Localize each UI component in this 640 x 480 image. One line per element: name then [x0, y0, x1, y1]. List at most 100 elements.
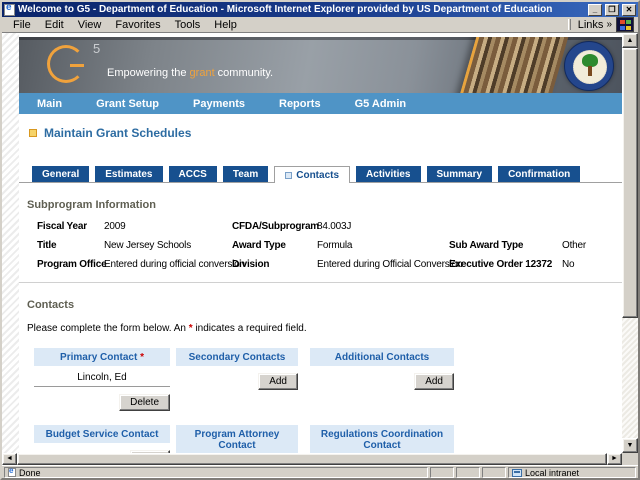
primary-contact-name: Lincoln, Ed — [34, 366, 170, 387]
menu-file[interactable]: File — [6, 18, 38, 32]
security-zone-label: Local intranet — [525, 467, 580, 478]
menu-view[interactable]: View — [71, 18, 109, 32]
additional-contacts-header: Additional Contacts — [310, 348, 454, 366]
g5-banner: 5 Empowering the grant community. — [19, 37, 622, 93]
program-attorney-contact-box: Program Attorney Contact Add — [176, 425, 298, 453]
additional-contacts-add-button[interactable]: Add — [414, 373, 454, 390]
menu-bar: File Edit View Favorites Tools Help Link… — [2, 17, 638, 33]
bookshelf-photo — [457, 37, 571, 93]
field-value-executive-order: No — [562, 259, 575, 270]
menu-favorites[interactable]: Favorites — [108, 18, 167, 32]
field-value-program-office: Entered during official conversion — [104, 259, 245, 270]
banner-tagline: Empowering the grant community. — [107, 67, 274, 79]
section-divider — [19, 282, 622, 283]
scrollbar-corner — [622, 453, 638, 465]
restore-button[interactable]: ❐ — [605, 3, 619, 16]
horizontal-scrollbar[interactable]: ◄ ► — [2, 453, 638, 465]
tagline-grant-highlight: grant — [189, 67, 215, 79]
tab-strip: General Estimates ACCS Team Contacts Act… — [19, 166, 622, 183]
status-pane-1 — [430, 467, 454, 478]
contact-row-2: Budget Service Contact Add Program Attor… — [34, 425, 622, 453]
menu-edit[interactable]: Edit — [38, 18, 71, 32]
page-title-bullet-icon — [29, 129, 37, 137]
field-value-sub-award-type: Other — [562, 240, 587, 251]
status-pane-main: Done — [4, 467, 428, 478]
contacts-section-heading: Contacts — [27, 299, 75, 311]
menu-help[interactable]: Help — [207, 18, 244, 32]
additional-contacts-box: Additional Contacts Add — [310, 348, 454, 411]
budget-service-contact-header: Budget Service Contact — [34, 425, 170, 443]
regulations-coordination-contact-box: Regulations Coordination Contact Add — [310, 425, 454, 453]
menu-tools[interactable]: Tools — [168, 18, 208, 32]
nav-item-reports[interactable]: Reports — [279, 98, 321, 110]
status-bar: Done Local intranet — [2, 465, 638, 478]
nav-item-g5-admin[interactable]: G5 Admin — [355, 98, 407, 110]
subprogram-fields: Fiscal Year 2009 CFDA/Subprogram 84.003J… — [37, 221, 622, 270]
horizontal-scroll-thumb[interactable] — [17, 453, 607, 465]
links-toolbar-label[interactable]: Links — [575, 19, 607, 31]
field-label-award-type: Award Type — [232, 240, 286, 251]
tab-contacts[interactable]: Contacts — [274, 166, 351, 183]
vertical-scrollbar[interactable]: ▲ ▼ — [622, 33, 638, 453]
status-pane-2 — [456, 467, 480, 478]
tab-general[interactable]: General — [32, 166, 90, 182]
nav-item-payments[interactable]: Payments — [193, 98, 245, 110]
subprogram-section-heading: Subprogram Information — [27, 199, 156, 211]
field-label-fiscal-year: Fiscal Year — [37, 221, 87, 232]
scroll-right-button[interactable]: ► — [607, 453, 622, 465]
seal-trunk-icon — [588, 66, 592, 76]
page-title: Maintain Grant Schedules — [44, 126, 192, 140]
vertical-scroll-track[interactable] — [622, 318, 638, 438]
main-nav-bar: Main Grant Setup Payments Reports G5 Adm… — [19, 93, 622, 114]
status-pane-3 — [482, 467, 506, 478]
tab-team[interactable]: Team — [222, 166, 269, 182]
nav-item-main[interactable]: Main — [37, 98, 62, 110]
minimize-button[interactable]: _ — [588, 3, 602, 16]
primary-contact-required-star: * — [140, 352, 144, 363]
close-button[interactable]: ✕ — [622, 3, 636, 16]
tab-estimates[interactable]: Estimates — [95, 166, 163, 182]
ie-document-icon — [4, 2, 15, 16]
primary-contact-header: Primary Contact * — [34, 348, 170, 366]
secondary-contacts-add-button[interactable]: Add — [258, 373, 298, 390]
field-value-title: New Jersey Schools — [104, 240, 191, 251]
title-bar: Welcome to G5 - Department of Education … — [2, 2, 638, 17]
local-intranet-icon — [512, 468, 522, 477]
tab-activities[interactable]: Activities — [356, 166, 421, 182]
primary-contact-box: Primary Contact * Lincoln, Ed Delete — [34, 348, 170, 411]
field-label-division: Division — [232, 259, 270, 270]
field-value-fiscal-year: 2009 — [104, 221, 126, 232]
field-label-executive-order: Executive Order 12372 — [449, 259, 553, 270]
budget-service-add-button[interactable]: Add — [130, 450, 170, 453]
field-label-title: Title — [37, 240, 57, 251]
links-chevron-icon[interactable]: » — [606, 19, 616, 30]
budget-service-contact-box: Budget Service Contact Add — [34, 425, 170, 453]
g5-logo-icon — [47, 45, 85, 83]
field-value-cfda-subprogram: 84.003J — [317, 221, 352, 232]
links-toolbar-grip[interactable] — [567, 19, 571, 30]
field-label-sub-award-type: Sub Award Type — [449, 240, 524, 251]
tab-accs[interactable]: ACCS — [168, 166, 217, 182]
status-page-icon — [8, 468, 16, 477]
field-value-award-type: Formula — [317, 240, 353, 251]
page-area: 5 Empowering the grant community. Main G… — [2, 33, 622, 453]
tab-summary[interactable]: Summary — [426, 166, 493, 182]
status-text: Done — [19, 467, 41, 478]
tab-confirmation[interactable]: Confirmation — [498, 166, 581, 182]
active-tab-icon — [285, 171, 293, 179]
field-label-program-office: Program Office — [37, 259, 107, 270]
secondary-contacts-header: Secondary Contacts — [176, 348, 298, 366]
regulations-coordination-contact-header: Regulations Coordination Contact — [310, 425, 454, 453]
vertical-scroll-thumb[interactable] — [622, 48, 638, 318]
contact-row-1: Primary Contact * Lincoln, Ed Delete Sec… — [34, 348, 622, 411]
primary-contact-delete-button[interactable]: Delete — [119, 394, 170, 411]
scroll-left-button[interactable]: ◄ — [2, 453, 17, 465]
browser-window: Welcome to G5 - Department of Education … — [0, 0, 640, 480]
scroll-down-button[interactable]: ▼ — [622, 438, 638, 453]
page-left-gutter — [2, 33, 19, 453]
program-attorney-contact-header: Program Attorney Contact — [176, 425, 298, 453]
ie-throbber-icon — [616, 17, 634, 32]
scroll-up-button[interactable]: ▲ — [622, 33, 638, 48]
security-zone-pane: Local intranet — [508, 467, 636, 478]
nav-item-grant-setup[interactable]: Grant Setup — [96, 98, 159, 110]
